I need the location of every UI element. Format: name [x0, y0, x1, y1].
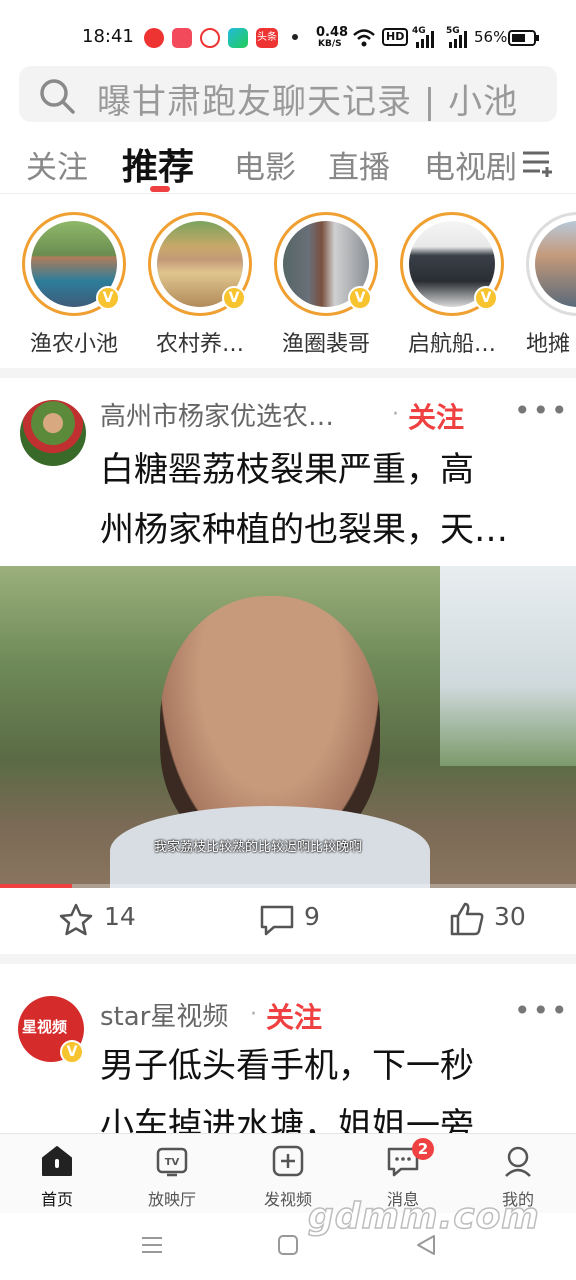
verified-badge-icon: V	[474, 286, 498, 310]
story-name: 农村养…	[155, 332, 244, 357]
author-avatar[interactable]	[20, 400, 86, 466]
search-placeholder: 曝甘肃跑友聊天记录 | 小池	[97, 82, 519, 122]
post-author-name[interactable]: 高州市杨家优选农…	[100, 396, 334, 433]
status-time: 18:41	[82, 26, 134, 47]
verified-badge-icon: V	[96, 286, 120, 310]
verified-badge-icon: V	[348, 286, 372, 310]
story-name: 渔圈裴哥	[281, 332, 370, 357]
tab-following[interactable]: 关注	[26, 142, 88, 187]
status-bar: 18:41 头条 0.48 KB/S HD 4G 5G 56%	[0, 0, 576, 62]
verified-badge-icon: V	[60, 1040, 84, 1064]
video-app-icon	[172, 28, 192, 48]
search-bar[interactable]: 曝甘肃跑友聊天记录 | 小池	[19, 66, 557, 122]
tab-live[interactable]: 直播	[328, 142, 390, 187]
tab-tv-series[interactable]: 电视剧	[424, 142, 516, 187]
hd-icon: HD	[382, 28, 409, 46]
battery-percent: 56%	[474, 28, 508, 46]
post-author-name[interactable]: star星视频	[100, 996, 228, 1033]
follow-button[interactable]: 关注	[266, 996, 322, 1036]
wifi-icon	[353, 29, 375, 47]
more-options-icon[interactable]: •••	[514, 994, 570, 1027]
story-item[interactable]: V 农村养…	[148, 212, 252, 362]
more-options-icon[interactable]: •••	[514, 394, 570, 427]
avatar	[535, 221, 576, 307]
post-title-line[interactable]: 男子低头看手机，下一秒	[100, 1036, 550, 1096]
story-item[interactable]: V 启航船…	[400, 212, 504, 362]
active-tab-indicator	[150, 186, 170, 192]
net-speed-unit: KB/S	[318, 39, 342, 49]
avatar-logo-text: 星视频	[22, 1018, 68, 1036]
svg-text:TV: TV	[165, 1157, 180, 1168]
divider	[0, 954, 576, 964]
follow-button[interactable]: 关注	[408, 396, 464, 436]
comment-count: 9	[304, 902, 320, 931]
favorite-count: 14	[104, 902, 136, 931]
home-icon	[42, 1146, 72, 1176]
toutiao-app-icon: 头条	[256, 28, 278, 48]
channel-manage-icon[interactable]	[520, 146, 554, 180]
recent-apps-icon[interactable]	[140, 1233, 164, 1257]
post-title-line[interactable]: 州杨家种植的也裂果，天…	[100, 500, 550, 560]
story-ring	[526, 212, 576, 316]
video-player[interactable]: 我家荔枝比较熟的比较迟啊比较晚啊	[0, 566, 576, 888]
like-count: 30	[494, 902, 526, 931]
tv-icon: TV	[156, 1147, 188, 1177]
favorite-star-icon[interactable]	[58, 902, 94, 938]
post-title-line[interactable]: 白糖罂荔枝裂果严重，高	[100, 440, 550, 500]
separator-dot: ·	[392, 402, 399, 427]
player-app-icon	[228, 28, 248, 48]
profile-icon	[505, 1146, 531, 1177]
story-item[interactable]: V 渔农小池	[22, 212, 126, 362]
map-app-icon	[200, 28, 220, 48]
followed-creators-row: V 渔农小池 V 农村养… V 渔圈裴哥 V 启航船… 地摊	[0, 196, 576, 366]
separator-dot: ·	[250, 1002, 257, 1027]
story-item[interactable]: 地摊	[526, 212, 576, 362]
more-notifications-dot	[292, 34, 298, 40]
unread-badge: 2	[412, 1138, 434, 1160]
category-tabs: 关注 推荐 电影 直播 电视剧	[0, 136, 576, 194]
story-name: 渔农小池	[29, 332, 118, 357]
verified-badge-icon: V	[222, 286, 246, 310]
app-notification-icon	[144, 28, 164, 48]
video-sky	[440, 566, 576, 766]
net-speed-value: 0.48	[316, 25, 349, 40]
home-button-icon[interactable]	[277, 1234, 299, 1256]
tab-movies[interactable]: 电影	[234, 142, 296, 187]
signal-bars-icon	[416, 31, 434, 48]
story-item[interactable]: V 渔圈裴哥	[274, 212, 378, 362]
nav-label: 首页	[40, 1190, 73, 1209]
post-actions: 14 9 30	[0, 888, 576, 954]
add-video-icon	[272, 1145, 304, 1177]
search-icon	[40, 79, 75, 114]
like-thumb-icon[interactable]	[448, 901, 486, 937]
nav-label: 放映厅	[147, 1190, 196, 1209]
signal-bars-2-icon	[449, 31, 467, 48]
battery-icon	[508, 30, 539, 46]
tab-recommended[interactable]: 推荐	[122, 138, 194, 190]
story-name: 地摊	[526, 332, 571, 357]
comment-icon[interactable]	[258, 903, 296, 937]
watermark-text: gdmm.com	[307, 1195, 540, 1238]
video-subtitle: 我家荔枝比较熟的比较迟啊比较晚啊	[154, 840, 363, 855]
divider	[0, 368, 576, 378]
story-name: 启航船…	[407, 332, 496, 357]
